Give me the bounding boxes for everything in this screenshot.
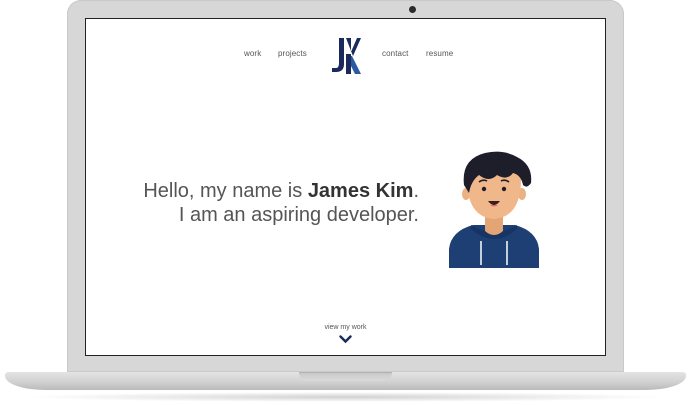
laptop-notch: [299, 372, 392, 381]
nav-link-resume[interactable]: resume: [426, 49, 453, 58]
nav-link-work[interactable]: work: [244, 49, 261, 58]
greeting-suffix: .: [413, 180, 419, 202]
view-my-work-link[interactable]: view my work: [86, 324, 605, 331]
laptop-mockup: work projects contact resume Hello, my n…: [0, 0, 691, 405]
top-navigation: work projects contact resume: [86, 36, 605, 76]
nav-link-projects[interactable]: projects: [278, 49, 307, 58]
nav-link-contact[interactable]: contact: [382, 49, 409, 58]
avatar: [449, 151, 539, 268]
browser-viewport: work projects contact resume Hello, my n…: [85, 18, 606, 356]
hero-name: James Kim: [307, 180, 414, 202]
hero-greeting: Hello, my name is James Kim.: [143, 180, 419, 203]
jk-logo[interactable]: [330, 36, 362, 76]
webcam-icon: [409, 6, 416, 13]
chevron-down-icon[interactable]: [339, 335, 352, 344]
greeting-prefix: Hello, my name is: [143, 180, 308, 202]
laptop-shadow: [20, 392, 671, 402]
hero-tagline: I am an aspiring developer.: [178, 204, 419, 226]
